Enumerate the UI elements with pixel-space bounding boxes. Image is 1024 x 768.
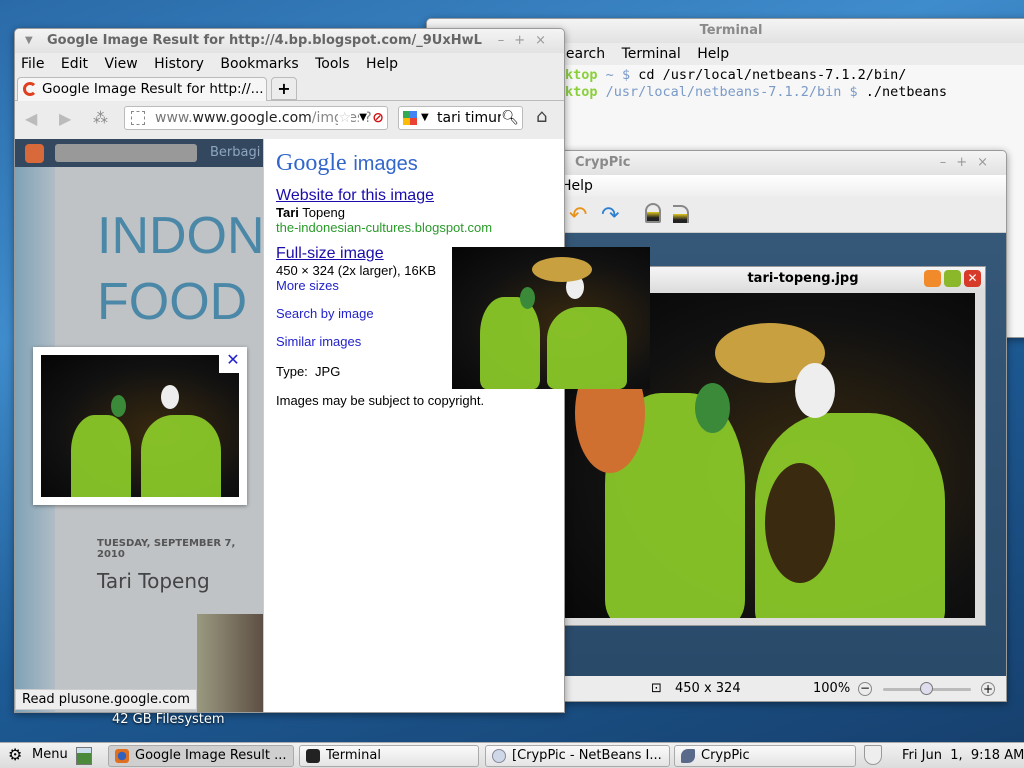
taskbar-item-cryppic[interactable]: CrypPic (674, 745, 856, 767)
hover-thumbnail[interactable] (452, 247, 650, 389)
menu-terminal[interactable]: Terminal (622, 46, 681, 62)
minimize-button[interactable] (924, 270, 941, 287)
menu-bookmarks[interactable]: Bookmarks (220, 56, 298, 72)
menu-view[interactable]: View (104, 56, 137, 72)
loading-icon (23, 82, 37, 96)
menu-help[interactable]: Help (366, 56, 398, 72)
bookmark-star-icon[interactable]: ☆ (338, 107, 351, 129)
url-bar[interactable]: www.www.google.com/imgres?c ☆ ▼ ⊘ (124, 106, 388, 130)
site-title-bold: Tari (276, 205, 299, 220)
browser-title: Google Image Result for http://4.bp.blog… (15, 29, 564, 53)
preview-thumbnail[interactable] (41, 355, 239, 497)
menu-edit[interactable]: Edit (61, 56, 88, 72)
fullsize-link[interactable]: Full-size image (276, 245, 384, 262)
window-menu-icon[interactable]: ▼ (25, 29, 33, 53)
shield-icon[interactable] (864, 745, 882, 765)
close-button[interactable]: ✕ (964, 270, 981, 287)
site-title: Topeng (302, 205, 345, 220)
zoom-slider-handle[interactable] (920, 682, 933, 695)
website-link[interactable]: Website for this image (276, 187, 434, 204)
start-menu-button[interactable]: Menu (32, 747, 68, 762)
unlock-icon[interactable] (673, 205, 689, 223)
show-desktop-icon[interactable] (76, 747, 92, 765)
blogger-navbar: Berbagi (15, 139, 263, 167)
close-preview-button[interactable]: ✕ (219, 347, 247, 373)
image-dimensions: 450 x 324 (675, 681, 741, 696)
dropdown-icon[interactable]: ▼ (359, 107, 367, 129)
cryppic-toolbar: ↶ ↷ (541, 197, 1006, 233)
blog-page: Berbagi INDON FOOD TUESDAY, SEPTEMBER 7, … (15, 139, 263, 712)
clock[interactable]: Fri Jun 1, 9:18 AM (902, 748, 1024, 763)
url-domain: www.google.com (192, 110, 312, 126)
share-link[interactable]: Berbagi (210, 145, 260, 160)
menu-help[interactable]: Help (561, 178, 593, 194)
extension-icon[interactable]: ⁂ (93, 109, 108, 127)
home-icon[interactable]: ⌂ (536, 106, 547, 127)
zoom-in-button[interactable]: + (981, 682, 995, 696)
blog-search-input[interactable] (55, 144, 197, 162)
google-images-logo[interactable]: Google images (276, 149, 552, 181)
tab-google-image-result[interactable]: Google Image Result for http://... (17, 77, 267, 101)
zoom-level: 100% (813, 681, 851, 696)
redo-icon[interactable]: ↷ (601, 203, 619, 228)
search-input[interactable]: tari timur (437, 110, 503, 126)
search-icon[interactable]: 🔍︎ (501, 107, 519, 129)
cryppic-menubar: Help (541, 175, 1006, 197)
forward-icon[interactable]: ▶ (59, 109, 71, 128)
site-identity-icon[interactable] (131, 111, 145, 125)
blogger-logo-icon[interactable] (25, 144, 44, 163)
cryppic-title: CrypPic (541, 151, 1006, 175)
blog-header: INDON FOOD (97, 207, 263, 331)
terminal-line: ktop /usr/local/netbeans-7.1.2/bin $ ./n… (565, 84, 948, 100)
search-bar[interactable]: ▼ tari timur 🔍︎ (398, 106, 523, 130)
dimensions-icon: ⊡ (651, 681, 662, 696)
menu-help[interactable]: Help (697, 46, 729, 62)
maximize-button[interactable] (944, 270, 961, 287)
stop-icon[interactable]: ⊘ (372, 107, 384, 129)
page-content: Berbagi INDON FOOD TUESDAY, SEPTEMBER 7, … (15, 139, 564, 712)
taskbar-item-netbeans[interactable]: [CrypPic - NetBeans I... (485, 745, 670, 767)
menu-tools[interactable]: Tools (315, 56, 350, 72)
status-bar: Read plusone.google.com (15, 689, 197, 710)
menu-history[interactable]: History (154, 56, 204, 72)
google-search-engine-icon[interactable] (403, 111, 417, 125)
filesystem-desktop-icon-label[interactable]: 42 GB Filesystem (112, 712, 225, 727)
site-url: the-indonesian-cultures.blogspot.com (276, 220, 493, 235)
zoom-out-button[interactable]: − (858, 682, 872, 696)
cryppic-statusbar: ⊡ 450 x 324 100% − + (541, 676, 1006, 701)
menu-gear-icon[interactable]: ⚙ (8, 745, 22, 764)
menu-file[interactable]: File (21, 56, 44, 72)
browser-menubar: File Edit View History Bookmarks Tools H… (15, 53, 564, 75)
new-tab-button[interactable]: + (271, 77, 297, 100)
google-images-panel: Google images Website for this image Tar… (263, 139, 564, 712)
tab-strip: Google Image Result for http://... + (15, 75, 564, 101)
copyright-notice: Images may be subject to copyright. (276, 393, 485, 408)
post-image (197, 614, 263, 712)
taskbar-item-browser[interactable]: Google Image Result ... (108, 745, 294, 767)
dropdown-icon[interactable]: ▼ (421, 107, 429, 129)
window-controls[interactable]: –+× (940, 151, 998, 175)
image-preview-popup: ✕ (33, 347, 247, 505)
lock-icon[interactable] (645, 203, 661, 223)
terminal-line: ktop ~ $ cd /usr/local/netbeans-7.1.2/bi… (565, 67, 907, 83)
undo-icon[interactable]: ↶ (569, 203, 587, 228)
nav-toolbar: ◀ ▶ ⁂ www.www.google.com/imgres?c ☆ ▼ ⊘ … (15, 101, 564, 137)
post-title[interactable]: Tari Topeng (97, 569, 210, 593)
taskbar-item-terminal[interactable]: Terminal (299, 745, 479, 767)
back-icon[interactable]: ◀ (25, 109, 37, 128)
post-date: TUESDAY, SEPTEMBER 7, 2010 (97, 538, 236, 560)
window-controls[interactable]: –+× (498, 29, 556, 53)
